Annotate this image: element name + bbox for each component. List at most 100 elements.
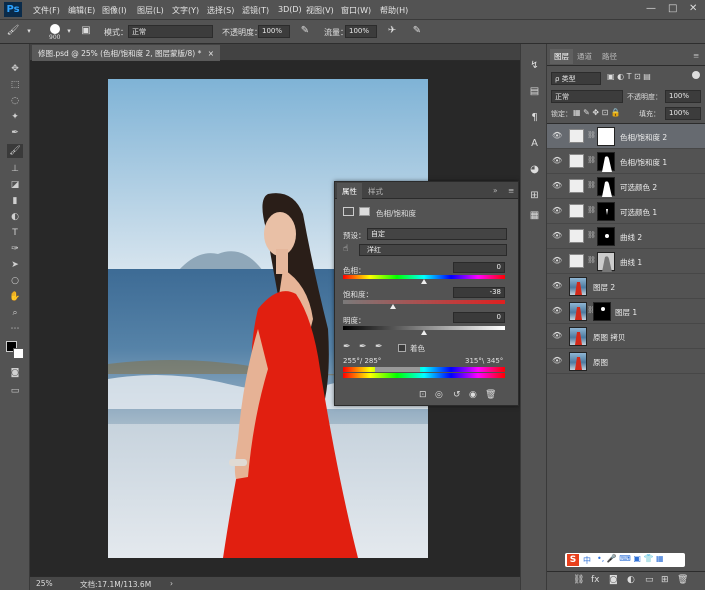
dropdown-arrow-icon[interactable]: ▾ <box>22 24 36 38</box>
paragraph-icon[interactable]: ¶ <box>527 110 542 125</box>
layer-row-layer-1[interactable]: 👁 ⛓ 图层 1 <box>547 299 705 324</box>
tab-layers[interactable]: 图层 <box>550 49 573 64</box>
menu-view[interactable]: 视图(V) <box>306 5 334 16</box>
preset-select[interactable]: 自定 <box>367 228 507 240</box>
menu-3d[interactable]: 3D(D) <box>278 5 302 14</box>
saturation-slider-knob[interactable] <box>390 304 397 309</box>
eyedropper-icon[interactable]: ✒ <box>343 342 351 352</box>
colorize-checkbox[interactable] <box>398 344 406 352</box>
layer-mask-thumbnail[interactable] <box>597 202 615 221</box>
shape-tool-icon[interactable]: ○ <box>7 274 23 288</box>
add-mask-icon[interactable]: ◙ <box>609 575 618 585</box>
brush-tool-icon[interactable]: 🖌 <box>6 24 20 38</box>
close-tab-icon[interactable]: × <box>208 49 214 58</box>
channel-select[interactable]: 洋红 <box>359 244 507 256</box>
layer-name[interactable]: 原图 <box>593 357 608 368</box>
clip-to-layer-icon[interactable]: ⊡ <box>419 390 427 400</box>
delete-adjustment-icon[interactable]: 🗑 <box>485 390 496 400</box>
layer-mask-thumbnail[interactable] <box>597 127 615 146</box>
swatches-icon[interactable]: ▦ <box>527 208 542 223</box>
opacity-input[interactable]: 100% <box>258 25 290 38</box>
layer-name[interactable]: 图层 1 <box>615 307 637 318</box>
filter-icons[interactable]: ▣ ◐ T ⊡ ▤ <box>607 72 651 81</box>
link-layers-icon[interactable]: ⛓ <box>573 575 584 585</box>
targeted-adjust-icon[interactable]: ☝ <box>343 244 348 254</box>
visibility-eye-icon[interactable]: 👁 <box>552 306 562 316</box>
adjustments-icon[interactable]: ⊞ <box>527 188 542 203</box>
mask-link-icon[interactable]: ⛓ <box>587 181 596 189</box>
eyedropper-subtract-icon[interactable]: ✒ <box>375 342 383 352</box>
layer-row-hue-sat-2[interactable]: 👁 ⛓ 色相/饱和度 2 <box>547 124 705 149</box>
tab-paths[interactable]: 路径 <box>602 51 617 62</box>
menu-file[interactable]: 文件(F) <box>33 5 60 16</box>
ime-tool-icons[interactable]: •, 🎤 ⌨ ▣ 👕 ▦ <box>597 554 664 563</box>
layer-mask-thumbnail[interactable] <box>597 252 615 272</box>
menu-layer[interactable]: 图层(L) <box>137 5 164 16</box>
ime-mode[interactable]: 中 <box>583 555 591 566</box>
blend-mode-select[interactable]: 正常 <box>551 90 623 103</box>
visibility-eye-icon[interactable]: 👁 <box>552 206 562 216</box>
quick-mask-icon[interactable]: ◙ <box>7 366 23 380</box>
flow-input[interactable]: 100% <box>345 25 377 38</box>
more-tools-icon[interactable]: ⋯ <box>7 322 23 336</box>
gradient-tool-icon[interactable]: ▮ <box>7 194 23 208</box>
collapse-panel-icon[interactable]: » <box>493 186 498 195</box>
eraser-tool-icon[interactable]: ◪ <box>7 178 23 192</box>
mode-select[interactable]: 正常 <box>128 25 213 38</box>
delete-layer-icon[interactable]: 🗑 <box>677 575 688 585</box>
minimize-icon[interactable]: — <box>646 3 656 14</box>
layer-row-selective-color-2[interactable]: 👁 ⛓ 可选颜色 2 <box>547 174 705 199</box>
layer-name[interactable]: 图层 2 <box>593 282 615 293</box>
character-icon[interactable]: A <box>527 136 542 151</box>
range-selector[interactable] <box>375 367 420 372</box>
status-menu-icon[interactable]: › <box>170 579 173 588</box>
view-previous-icon[interactable]: ◎ <box>435 390 443 400</box>
eyedropper-tool-icon[interactable]: ✒ <box>7 126 23 140</box>
layer-name[interactable]: 可选颜色 1 <box>620 207 657 218</box>
eyedropper-add-icon[interactable]: ✒ <box>359 342 367 352</box>
screen-mode-icon[interactable]: ▭ <box>7 384 23 398</box>
lasso-tool-icon[interactable]: ◌ <box>7 94 23 108</box>
dodge-tool-icon[interactable]: ◐ <box>7 210 23 224</box>
mask-link-icon[interactable]: ⛓ <box>587 231 596 239</box>
visibility-eye-icon[interactable]: 👁 <box>552 181 562 191</box>
color-icon[interactable]: ◕ <box>527 162 542 177</box>
layers-menu-icon[interactable]: ≡ <box>693 51 699 60</box>
zoom-level[interactable]: 25% <box>36 579 53 588</box>
layer-row-curves-1[interactable]: 👁 ⛓ 曲线 1 <box>547 249 705 274</box>
history-icon[interactable]: ↯ <box>527 58 542 73</box>
layer-row-original-copy[interactable]: 👁 原图 拷贝 <box>547 324 705 349</box>
document-tab[interactable]: 修图.psd @ 25% (色相/饱和度 2, 图层蒙版/8) * × <box>32 45 221 61</box>
layer-row-curves-2[interactable]: 👁 ⛓ 曲线 2 <box>547 224 705 249</box>
mask-link-icon[interactable]: ⛓ <box>587 206 596 214</box>
maximize-icon[interactable]: □ <box>668 3 677 14</box>
visibility-eye-icon[interactable]: 👁 <box>552 231 562 241</box>
layer-name[interactable]: 色相/饱和度 1 <box>620 157 667 168</box>
visibility-eye-icon[interactable]: 👁 <box>552 356 562 366</box>
mask-link-icon[interactable]: ⛓ <box>587 256 596 264</box>
layer-row-original[interactable]: 👁 原图 <box>547 349 705 374</box>
lightness-slider-knob[interactable] <box>421 330 427 335</box>
actions-icon[interactable]: ▤ <box>527 84 542 99</box>
lightness-input[interactable]: 0 <box>453 312 505 323</box>
new-group-icon[interactable]: ▭ <box>645 575 654 585</box>
menu-edit[interactable]: 编辑(E) <box>68 5 95 16</box>
hue-input[interactable]: 0 <box>453 262 505 273</box>
layer-row-layer-2[interactable]: 👁 图层 2 <box>547 274 705 299</box>
visibility-eye-icon[interactable]: 👁 <box>552 281 562 291</box>
hand-tool-icon[interactable]: ✋ <box>7 290 23 304</box>
menu-type[interactable]: 文字(Y) <box>172 5 199 16</box>
menu-image[interactable]: 图像(I) <box>102 5 127 16</box>
reset-icon[interactable]: ↺ <box>453 390 461 400</box>
background-color-swatch[interactable] <box>13 348 24 359</box>
type-tool-icon[interactable]: T <box>7 226 23 240</box>
mask-link-icon[interactable]: ⛓ <box>587 131 596 139</box>
zoom-tool-icon[interactable]: ⌕ <box>7 306 23 320</box>
layer-name[interactable]: 色相/饱和度 2 <box>620 132 667 143</box>
visibility-eye-icon[interactable]: 👁 <box>552 156 562 166</box>
menu-filter[interactable]: 滤镜(T) <box>242 5 269 16</box>
new-layer-icon[interactable]: ⊞ <box>661 575 669 585</box>
visibility-eye-icon[interactable]: 👁 <box>552 131 562 141</box>
brush-preview-icon[interactable] <box>50 24 60 34</box>
menu-window[interactable]: 窗口(W) <box>341 5 371 16</box>
